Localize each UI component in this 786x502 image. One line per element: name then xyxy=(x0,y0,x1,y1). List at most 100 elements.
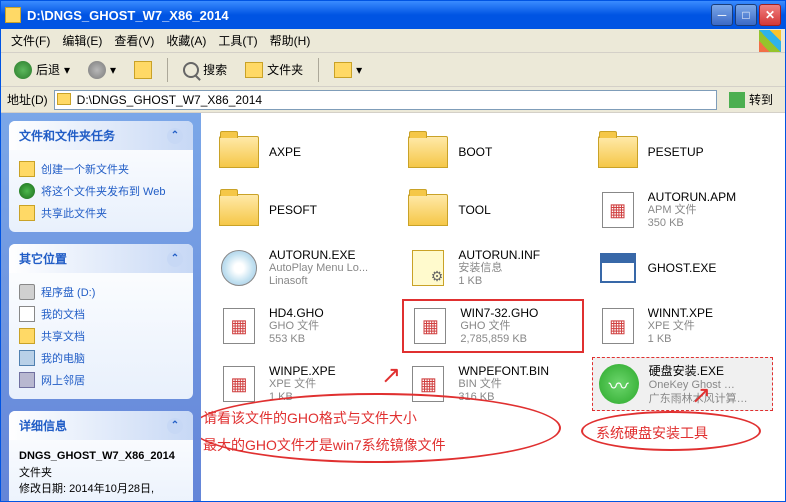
file-name: AUTORUN.INF xyxy=(458,248,579,262)
folder-icon xyxy=(406,130,450,174)
file-size: 553 KB xyxy=(269,333,390,346)
win-icon xyxy=(596,246,640,290)
menu-file[interactable]: 文件(F) xyxy=(5,30,56,51)
side-panel: 文件和文件夹任务 ⌃ 创建一个新文件夹 将这个文件夹发布到 Web 共享此文件夹… xyxy=(1,113,201,501)
annotation-arrow-icon: ↗ xyxy=(381,361,401,390)
folder-icon xyxy=(5,7,21,23)
window-title: D:\DNGS_GHOST_W7_X86_2014 xyxy=(27,8,711,23)
menu-favorites[interactable]: 收藏(A) xyxy=(160,30,212,51)
menu-view[interactable]: 查看(V) xyxy=(108,30,160,51)
file-name: WINPE.XPE xyxy=(269,364,390,378)
tasks-header[interactable]: 文件和文件夹任务 ⌃ xyxy=(9,121,193,150)
annotation-text-1: 请看该文件的GHO格式与文件大小 xyxy=(203,408,417,428)
annotation-text-2: 最大的GHO文件才是win7系统镜像文件 xyxy=(203,435,446,455)
file-name: PESETUP xyxy=(648,145,769,159)
annotation-arrow-icon: ↗ xyxy=(691,381,711,410)
place-shared-docs[interactable]: 共享文档 xyxy=(19,325,183,347)
menu-edit[interactable]: 编辑(E) xyxy=(56,30,108,51)
minimize-button[interactable]: ─ xyxy=(711,4,733,26)
file-item[interactable]: TOOL xyxy=(402,183,583,237)
file-name: TOOL xyxy=(458,203,579,217)
forward-button[interactable]: ▾ xyxy=(81,57,123,83)
views-button[interactable]: ▾ xyxy=(327,58,369,82)
file-name: HD4.GHO xyxy=(269,306,390,320)
menu-help[interactable]: 帮助(H) xyxy=(264,30,317,51)
file-item[interactable]: WIN7-32.GHOGHO 文件2,785,859 KB xyxy=(402,299,583,353)
search-icon xyxy=(183,62,199,78)
file-item[interactable]: GHOST.EXE xyxy=(592,241,773,295)
other-places-header[interactable]: 其它位置 ⌃ xyxy=(9,244,193,273)
file-item[interactable]: PESETUP xyxy=(592,125,773,179)
folder-icon xyxy=(217,188,261,232)
chevron-down-icon: ▾ xyxy=(64,63,70,77)
place-drive-d[interactable]: 程序盘 (D:) xyxy=(19,281,183,303)
separator xyxy=(167,58,168,82)
place-network[interactable]: 网上邻居 xyxy=(19,369,183,391)
file-item[interactable]: BOOT xyxy=(402,125,583,179)
task-publish-web[interactable]: 将这个文件夹发布到 Web xyxy=(19,180,183,202)
place-my-computer[interactable]: 我的电脑 xyxy=(19,347,183,369)
file-size: 350 KB xyxy=(648,217,769,230)
forward-icon xyxy=(88,61,106,79)
chevron-up-icon: ⌃ xyxy=(167,418,183,434)
detail-modified: 修改日期: 2014年10月28日, 10:52 xyxy=(19,481,183,501)
menu-tools[interactable]: 工具(T) xyxy=(212,30,263,51)
file-name: WIN7-32.GHO xyxy=(460,306,577,320)
chevron-up-icon: ⌃ xyxy=(167,251,183,267)
details-panel: 详细信息 ⌃ DNGS_GHOST_W7_X86_2014 文件夹 修改日期: … xyxy=(9,411,193,501)
file-name: BOOT xyxy=(458,145,579,159)
file-name: WNPEFONT.BIN xyxy=(458,364,579,378)
separator xyxy=(318,58,319,82)
task-new-folder[interactable]: 创建一个新文件夹 xyxy=(19,158,183,180)
titlebar: D:\DNGS_GHOST_W7_X86_2014 ─ □ ✕ xyxy=(1,1,785,29)
file-meta: 安装信息 xyxy=(458,262,579,275)
address-input[interactable] xyxy=(54,90,717,110)
file-item[interactable]: AUTORUN.APMAPM 文件350 KB xyxy=(592,183,773,237)
chevron-down-icon: ▾ xyxy=(110,63,116,77)
search-button[interactable]: 搜索 xyxy=(176,57,234,82)
cd-icon xyxy=(217,246,261,290)
file-area[interactable]: AXPE BOOT PESETUP PESOFT TOOL AUTORUN.APMAPM … xyxy=(201,113,785,501)
folder-icon xyxy=(596,130,640,174)
annotation-text-3: 系统硬盘安装工具 xyxy=(596,423,708,443)
back-button[interactable]: 后退 ▾ xyxy=(7,57,77,83)
goto-button[interactable]: 转到 xyxy=(723,89,779,110)
folders-icon xyxy=(245,62,263,78)
file-meta: AutoPlay Menu Lo... xyxy=(269,262,390,275)
file-meta: APM 文件 xyxy=(648,204,769,217)
file-item[interactable]: PESOFT xyxy=(213,183,394,237)
file-name: PESOFT xyxy=(269,203,390,217)
file-name: AUTORUN.EXE xyxy=(269,248,390,262)
other-places-panel: 其它位置 ⌃ 程序盘 (D:) 我的文档 共享文档 我的电脑 网上邻居 xyxy=(9,244,193,399)
network-icon xyxy=(19,372,35,388)
file-name: AXPE xyxy=(269,145,390,159)
file-name: 硬盘安装.EXE xyxy=(649,362,768,379)
file-item[interactable]: AXPE xyxy=(213,125,394,179)
file-item[interactable]: AUTORUN.EXEAutoPlay Menu Lo...Linasoft xyxy=(213,241,394,295)
chevron-up-icon: ⌃ xyxy=(167,128,183,144)
file-item[interactable]: WINNT.XPEXPE 文件1 KB xyxy=(592,299,773,353)
tasks-panel: 文件和文件夹任务 ⌃ 创建一个新文件夹 将这个文件夹发布到 Web 共享此文件夹 xyxy=(9,121,193,232)
file-item[interactable]: AUTORUN.INF安装信息1 KB xyxy=(402,241,583,295)
close-button[interactable]: ✕ xyxy=(759,4,781,26)
file-item[interactable]: HD4.GHOGHO 文件553 KB xyxy=(213,299,394,353)
new-folder-icon xyxy=(19,161,35,177)
file-item[interactable]: 〰硬盘安装.EXEOneKey Ghost …广东雨林木风计算… xyxy=(592,357,773,411)
folder-icon xyxy=(57,93,71,105)
place-my-documents[interactable]: 我的文档 xyxy=(19,303,183,325)
maximize-button[interactable]: □ xyxy=(735,4,757,26)
folders-button[interactable]: 文件夹 xyxy=(238,57,310,82)
gho-icon xyxy=(217,304,261,348)
share-icon xyxy=(19,205,35,221)
up-button[interactable] xyxy=(127,57,159,83)
task-share-folder[interactable]: 共享此文件夹 xyxy=(19,202,183,224)
folder-icon xyxy=(217,130,261,174)
file-meta: GHO 文件 xyxy=(269,320,390,333)
details-header[interactable]: 详细信息 ⌃ xyxy=(9,411,193,440)
toolbar: 后退 ▾ ▾ 搜索 文件夹 ▾ xyxy=(1,53,785,87)
inf-icon xyxy=(406,246,450,290)
address-bar: 地址(D) 转到 xyxy=(1,87,785,113)
file-name: AUTORUN.APM xyxy=(648,190,769,204)
gho-icon xyxy=(596,304,640,348)
documents-icon xyxy=(19,306,35,322)
